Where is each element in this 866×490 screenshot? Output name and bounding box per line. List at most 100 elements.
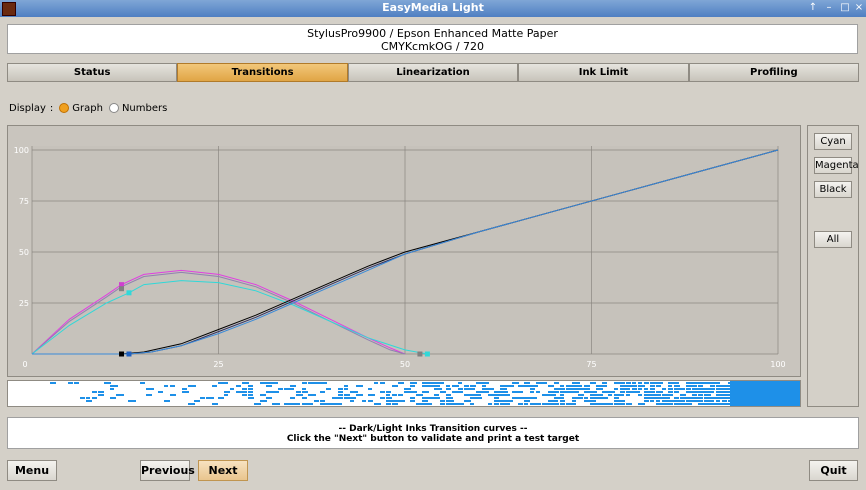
- dither-dot: [638, 388, 642, 390]
- x-tick-label: 100: [770, 360, 785, 369]
- dither-dot: [476, 391, 483, 393]
- previous-button[interactable]: Previous: [140, 460, 195, 481]
- dither-dot: [554, 382, 559, 384]
- dither-dot: [680, 388, 685, 390]
- cyan-button[interactable]: Cyan: [814, 133, 852, 150]
- dither-dot: [452, 385, 459, 387]
- next-button[interactable]: Next: [198, 460, 248, 481]
- x-tick-label: 75: [586, 360, 596, 369]
- dither-dot: [626, 394, 630, 396]
- dither-dot: [380, 382, 385, 384]
- dither-dot: [530, 385, 538, 387]
- dither-dot: [446, 385, 450, 387]
- maximize-button[interactable]: □: [838, 1, 852, 15]
- magenta-button[interactable]: Magenta: [814, 157, 859, 174]
- dither-dot: [296, 403, 300, 405]
- dither-dot: [464, 385, 469, 387]
- dither-dot: [626, 388, 630, 390]
- graph-radio-label[interactable]: Graph: [72, 103, 103, 114]
- curve-handle: [126, 351, 132, 357]
- shade-button[interactable]: ↑: [806, 1, 820, 15]
- dither-dot: [572, 403, 576, 405]
- channel-selector: Cyan Magenta Black All: [807, 125, 859, 407]
- dither-dot: [296, 391, 301, 393]
- dither-dot: [440, 382, 444, 384]
- dither-dot: [248, 391, 253, 393]
- dither-dot: [650, 397, 656, 399]
- dither-dot: [446, 394, 451, 396]
- black-button[interactable]: Black: [814, 181, 852, 198]
- dither-dot: [542, 382, 547, 384]
- dither-dot: [260, 382, 266, 384]
- tab-transitions[interactable]: Transitions: [177, 63, 348, 82]
- close-button[interactable]: ×: [852, 1, 866, 15]
- menu-button[interactable]: Menu: [7, 460, 57, 481]
- x-tick-label: 50: [400, 360, 410, 369]
- dither-dot: [500, 388, 507, 390]
- graph-radio[interactable]: [59, 103, 70, 113]
- dither-dot: [260, 400, 267, 402]
- dither-dot: [410, 391, 417, 393]
- dither-dot: [446, 400, 454, 402]
- dither-dot: [584, 385, 590, 387]
- dither-dot: [410, 400, 415, 402]
- dither-dot: [638, 382, 642, 384]
- dither-dot: [548, 400, 554, 402]
- dither-dot: [518, 403, 523, 405]
- y-tick-label: 100: [14, 146, 29, 155]
- dither-dot: [146, 394, 152, 396]
- tab-status[interactable]: Status: [7, 63, 178, 82]
- dither-dot: [584, 400, 591, 402]
- tab-linearization[interactable]: Linearization: [347, 63, 519, 82]
- dither-dot: [596, 388, 603, 390]
- dither-dot: [614, 397, 619, 399]
- dither-dot: [536, 382, 542, 384]
- dither-dot: [242, 391, 247, 393]
- dither-dot: [494, 400, 500, 402]
- solid-ink-area: [730, 381, 800, 406]
- dither-dot: [182, 388, 187, 390]
- dither-dot: [302, 391, 308, 393]
- dither-dot: [266, 385, 272, 387]
- dither-dot: [140, 382, 145, 384]
- dither-dot: [656, 400, 660, 402]
- display-mode-row: Display : Graph Numbers: [9, 101, 167, 115]
- dither-dot: [458, 382, 462, 384]
- all-button[interactable]: All: [814, 231, 852, 248]
- dither-dot: [584, 397, 588, 399]
- dither-dot: [506, 394, 510, 396]
- dither-dot: [554, 391, 559, 393]
- dither-dot: [248, 394, 253, 396]
- dither-dot: [374, 403, 381, 405]
- dither-dot: [656, 397, 662, 399]
- dither-dot: [224, 391, 230, 393]
- x-tick-label: 25: [213, 360, 223, 369]
- dither-dot: [662, 388, 666, 390]
- dither-dot: [614, 382, 620, 384]
- numbers-radio[interactable]: [108, 103, 119, 113]
- dither-dot: [644, 388, 648, 390]
- dither-dot: [422, 385, 429, 387]
- minimize-button[interactable]: –: [822, 1, 836, 15]
- dither-dot: [128, 400, 136, 402]
- dither-dot: [482, 385, 486, 387]
- dither-dot: [542, 394, 549, 396]
- tab-ink-limit[interactable]: Ink Limit: [518, 63, 689, 82]
- dither-dot: [548, 403, 555, 405]
- dither-dot: [710, 382, 717, 384]
- dither-dot: [614, 394, 621, 396]
- tab-profiling[interactable]: Profiling: [688, 63, 860, 82]
- dither-dot: [302, 403, 308, 405]
- dither-dot: [602, 391, 608, 393]
- dither-dot: [638, 403, 645, 405]
- dither-dot: [668, 385, 672, 387]
- dither-dot: [386, 403, 391, 405]
- dither-dot: [644, 394, 650, 396]
- dither-dot: [416, 403, 422, 405]
- dither-dot: [572, 391, 579, 393]
- dither-dot: [524, 382, 530, 384]
- numbers-radio-label[interactable]: Numbers: [122, 103, 167, 114]
- dither-dot: [608, 391, 615, 393]
- quit-button[interactable]: Quit: [809, 460, 858, 481]
- dither-dot: [680, 397, 686, 399]
